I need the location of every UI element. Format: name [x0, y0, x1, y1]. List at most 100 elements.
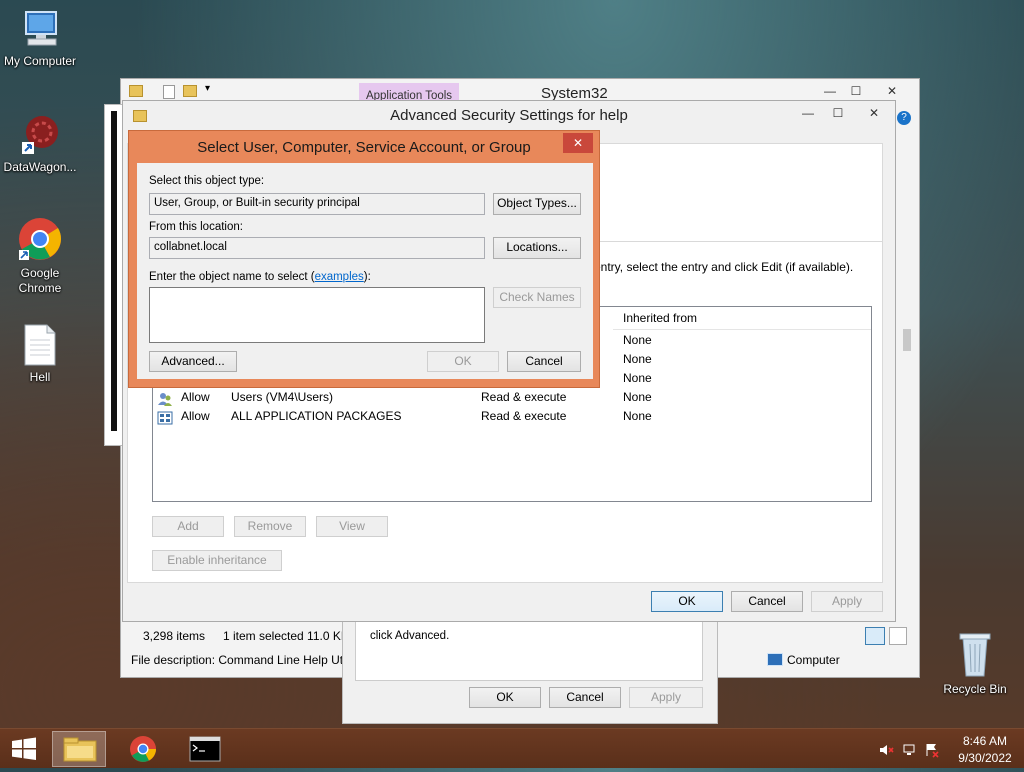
desktop-icon-my-computer[interactable]: My Computer: [0, 10, 80, 68]
list-item[interactable]: None: [623, 333, 652, 352]
help-icon[interactable]: ?: [897, 111, 911, 125]
desktop-icon-label: My Computer: [3, 54, 77, 68]
advanced-title: Advanced Security Settings for help: [390, 107, 628, 124]
taskbar-command-prompt[interactable]: [178, 731, 232, 767]
taskbar: 8:46 AM 9/30/2022: [0, 728, 1024, 768]
object-type-label: Select this object type:: [149, 175, 265, 187]
maximize-button[interactable]: ☐: [825, 103, 851, 123]
advanced-titlebar: Advanced Security Settings for help — ☐ …: [123, 101, 895, 131]
details-view-icon[interactable]: [865, 627, 885, 645]
desktop-icon-label: Recycle Bin: [943, 682, 1007, 696]
location-label: From this location:: [149, 221, 243, 233]
desktop-icon-label: Google Chrome: [18, 266, 62, 295]
advanced-cancel-button[interactable]: Cancel: [731, 591, 803, 612]
chrome-icon: [130, 736, 156, 762]
properties-apply-button[interactable]: Apply: [629, 687, 703, 708]
minimize-button[interactable]: —: [795, 103, 821, 123]
close-button[interactable]: ✕: [563, 133, 593, 153]
volume-muted-icon[interactable]: [878, 742, 894, 758]
close-button[interactable]: ✕: [861, 103, 887, 123]
select-cancel-button[interactable]: Cancel: [507, 351, 581, 372]
file-description: File description: Command Line Help Ut: [131, 653, 344, 667]
object-name-label-prefix: Enter the object name to select (: [149, 271, 315, 283]
terminal-icon: [189, 736, 221, 762]
column-header-divider: [613, 329, 871, 330]
locations-button[interactable]: Locations...: [493, 237, 581, 259]
permission-instructions: entry, select the entry and click Edit (…: [594, 260, 854, 274]
entry-type: Allow: [181, 390, 210, 404]
object-name-label: Enter the object name to select (example…: [149, 271, 371, 283]
properties-window: click Advanced. OK Cancel Apply: [342, 608, 718, 724]
chevron-down-icon[interactable]: ▾: [205, 83, 210, 94]
status-item-count: 3,298 items: [143, 629, 206, 643]
computer-icon: [18, 10, 62, 50]
advanced-apply-button[interactable]: Apply: [811, 591, 883, 612]
entry-access: Read & execute: [481, 390, 567, 404]
list-item[interactable]: None: [623, 352, 652, 371]
taskbar-file-explorer[interactable]: [52, 731, 106, 767]
datawagon-icon: [18, 112, 62, 156]
table-row[interactable]: Allow ALL APPLICATION PACKAGES Read & ex…: [153, 409, 871, 428]
system-tray: 8:46 AM 9/30/2022: [864, 729, 1024, 769]
users-icon: [157, 391, 173, 407]
entry-type: Allow: [181, 409, 210, 423]
desktop-icon-google-chrome[interactable]: Google Chrome: [0, 216, 80, 296]
location-field: collabnet.local: [149, 237, 485, 259]
table-row[interactable]: Allow Users (VM4\Users) Read & execute N…: [153, 390, 871, 409]
computer-icon: [767, 653, 783, 666]
windows-icon: [12, 737, 36, 760]
status-computer: Computer: [787, 653, 840, 667]
column-header-inherited[interactable]: Inherited from: [623, 311, 697, 325]
enable-inheritance-button[interactable]: Enable inheritance: [152, 550, 282, 571]
desktop-icon-datawagon[interactable]: DataWagon...: [0, 112, 80, 174]
minimize-button[interactable]: —: [817, 81, 843, 101]
remove-button[interactable]: Remove: [234, 516, 306, 537]
document-icon: [23, 324, 57, 366]
object-type-field: User, Group, or Built-in security princi…: [149, 193, 485, 215]
properties-hint: click Advanced.: [370, 630, 450, 642]
select-dialog-title: Select User, Computer, Service Account, …: [197, 139, 531, 156]
object-types-button[interactable]: Object Types...: [493, 193, 581, 215]
properties-ok-button[interactable]: OK: [469, 687, 541, 708]
select-ok-button[interactable]: OK: [427, 351, 499, 372]
network-icon[interactable]: [902, 742, 918, 758]
recycle-bin-icon: [955, 630, 995, 678]
scrollbar-vertical[interactable]: [903, 329, 911, 351]
close-button[interactable]: ✕: [879, 81, 905, 101]
entry-inherited: None: [623, 409, 652, 423]
chrome-icon: [17, 216, 63, 262]
object-name-input[interactable]: [149, 287, 485, 343]
select-dialog-body: Select this object type: User, Group, or…: [137, 163, 593, 379]
list-item[interactable]: None: [623, 371, 652, 390]
advanced-ok-button[interactable]: OK: [651, 591, 723, 612]
add-button[interactable]: Add: [152, 516, 224, 537]
examples-link[interactable]: examples: [315, 271, 364, 283]
desktop-icon-label: DataWagon...: [3, 160, 77, 174]
file-explorer-icon: [63, 737, 97, 762]
check-names-button[interactable]: Check Names: [493, 287, 581, 308]
properties-panel: click Advanced.: [355, 613, 703, 681]
desktop-icon-hell[interactable]: Hell: [0, 324, 80, 384]
properties-icon[interactable]: [163, 85, 175, 99]
tiles-view-icon[interactable]: [889, 627, 907, 645]
properties-cancel-button[interactable]: Cancel: [549, 687, 621, 708]
entry-access: Read & execute: [481, 409, 567, 423]
status-selection: 1 item selected 11.0 KB: [223, 629, 343, 643]
new-folder-icon[interactable]: [183, 85, 197, 97]
view-button[interactable]: View: [316, 516, 388, 537]
desktop-icon-label: Hell: [29, 370, 51, 384]
entry-principal: ALL APPLICATION PACKAGES: [231, 409, 402, 423]
taskbar-chrome[interactable]: [116, 731, 170, 767]
object-name-label-suffix: ):: [363, 271, 371, 283]
clock-time[interactable]: 8:46 AM: [952, 734, 1018, 748]
desktop-icon-recycle-bin[interactable]: Recycle Bin: [935, 630, 1015, 696]
maximize-button[interactable]: ☐: [843, 81, 869, 101]
entry-principal: Users (VM4\Users): [231, 390, 334, 404]
start-button[interactable]: [0, 729, 48, 769]
advanced-button[interactable]: Advanced...: [149, 351, 237, 372]
select-user-dialog: Select User, Computer, Service Account, …: [128, 130, 600, 388]
clock-date[interactable]: 9/30/2022: [952, 751, 1018, 765]
app-packages-icon: [157, 410, 173, 426]
folder-icon[interactable]: [129, 85, 143, 97]
action-center-icon[interactable]: [924, 742, 940, 758]
